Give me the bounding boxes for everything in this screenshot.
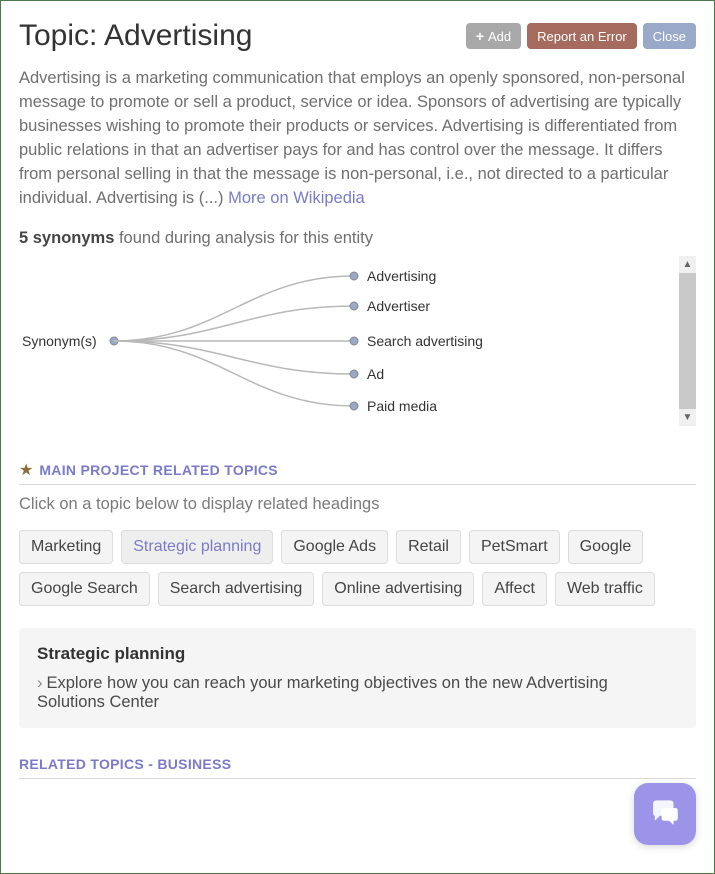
- leaf-node: [350, 370, 358, 378]
- main-topics-title: MAIN PROJECT RELATED TOPICS: [39, 462, 278, 478]
- topic-chip[interactable]: Google Ads: [281, 530, 388, 564]
- synonym-leaf: Ad: [367, 366, 384, 382]
- page-title: Topic: Advertising: [19, 19, 252, 53]
- detail-item[interactable]: ›Explore how you can reach your marketin…: [37, 674, 678, 712]
- synonym-count: 5 synonyms: [19, 229, 114, 247]
- leaf-node: [350, 272, 358, 280]
- synonym-leaf: Advertising: [367, 268, 436, 284]
- main-topics-header: ★ MAIN PROJECT RELATED TOPICS: [19, 460, 696, 485]
- main-topics-hint: Click on a topic below to display relate…: [19, 495, 696, 514]
- synonym-leaf: Advertiser: [367, 298, 430, 314]
- synonym-graph: Synonym(s) Advertising Advertiser Search…: [19, 256, 696, 426]
- topic-chip[interactable]: Marketing: [19, 530, 113, 564]
- leaf-node: [350, 302, 358, 310]
- edge: [114, 276, 354, 341]
- report-error-button[interactable]: Report an Error: [527, 23, 637, 49]
- topic-chip[interactable]: Google: [568, 530, 644, 564]
- star-icon: ★: [19, 460, 33, 480]
- topic-chip[interactable]: Strategic planning: [121, 530, 273, 564]
- topic-chip[interactable]: Retail: [396, 530, 461, 564]
- detail-title: Strategic planning: [37, 644, 678, 664]
- related-topics-title: RELATED TOPICS - BUSINESS: [19, 756, 231, 772]
- add-button[interactable]: + Add: [466, 23, 521, 49]
- topic-chip[interactable]: PetSmart: [469, 530, 560, 564]
- leaf-node: [350, 402, 358, 410]
- chevron-right-icon: ›: [37, 674, 43, 692]
- chat-icon: [648, 797, 682, 831]
- header-actions: + Add Report an Error Close: [466, 23, 696, 49]
- add-label: Add: [488, 29, 511, 44]
- synonym-leaf: Paid media: [367, 398, 437, 414]
- edge: [114, 306, 354, 341]
- wikipedia-link[interactable]: More on Wikipedia: [228, 189, 365, 207]
- topic-chip[interactable]: Google Search: [19, 572, 150, 606]
- topic-detail-panel: Strategic planning ›Explore how you can …: [19, 628, 696, 728]
- topic-chip[interactable]: Web traffic: [555, 572, 655, 606]
- chat-widget-button[interactable]: [634, 783, 696, 845]
- edge: [114, 341, 354, 406]
- detail-text: Explore how you can reach your marketing…: [37, 674, 608, 711]
- scroll-thumb[interactable]: [679, 273, 696, 409]
- synonym-summary: 5 synonyms found during analysis for thi…: [19, 229, 696, 248]
- scroll-down-button[interactable]: ▼: [679, 409, 696, 426]
- related-topics-header: RELATED TOPICS - BUSINESS: [19, 756, 696, 779]
- scroll-up-button[interactable]: ▲: [679, 256, 696, 273]
- synonym-leaf: Search advertising: [367, 333, 483, 349]
- edge: [114, 341, 354, 374]
- topic-chip[interactable]: Affect: [482, 572, 547, 606]
- topic-description: Advertising is a marketing communication…: [19, 67, 696, 211]
- leaf-node: [350, 337, 358, 345]
- topic-chip[interactable]: Online advertising: [322, 572, 474, 606]
- plus-icon: +: [476, 28, 484, 44]
- close-button[interactable]: Close: [643, 23, 696, 49]
- synonym-tail: found during analysis for this entity: [114, 229, 373, 247]
- description-text: Advertising is a marketing communication…: [19, 69, 685, 207]
- topic-chip[interactable]: Search advertising: [158, 572, 315, 606]
- topic-chips: MarketingStrategic planningGoogle AdsRet…: [19, 530, 696, 606]
- synonym-root-label: Synonym(s): [22, 333, 97, 349]
